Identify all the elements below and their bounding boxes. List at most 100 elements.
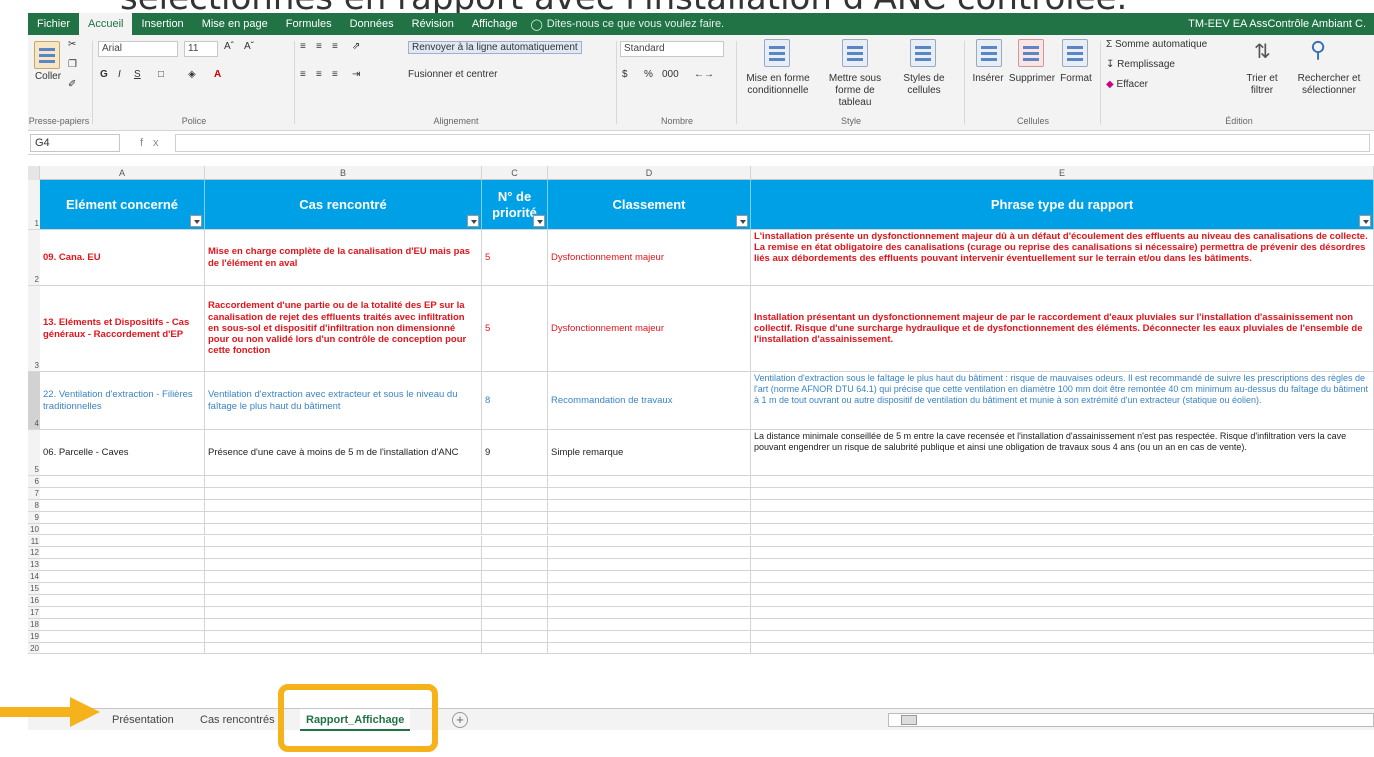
row-header[interactable]: 18 bbox=[28, 618, 40, 631]
format-button[interactable]: Format bbox=[1056, 73, 1096, 85]
empty-cell[interactable] bbox=[482, 535, 548, 548]
format-table-button[interactable]: Mettre sous forme de tableau bbox=[818, 73, 892, 109]
wrap-text-button[interactable]: Renvoyer à la ligne automatiquement bbox=[408, 41, 582, 54]
table-cell[interactable]: Présence d'une cave à moins de 5 m de l'… bbox=[205, 430, 482, 476]
delete-button[interactable]: Supprimer bbox=[1006, 73, 1058, 85]
empty-cell[interactable] bbox=[482, 583, 548, 595]
empty-cell[interactable] bbox=[548, 559, 751, 572]
table-cell[interactable]: 5 bbox=[482, 286, 548, 372]
font-color-icon[interactable]: A bbox=[214, 69, 221, 80]
row-header[interactable]: 1 bbox=[28, 180, 40, 230]
empty-cell[interactable] bbox=[205, 499, 482, 512]
paste-icon[interactable] bbox=[34, 41, 60, 69]
table-cell[interactable]: Dysfonctionnement majeur bbox=[548, 286, 751, 372]
filter-dropdown-icon[interactable] bbox=[533, 215, 545, 227]
column-header-b[interactable]: B bbox=[205, 166, 482, 180]
column-header-c[interactable]: C bbox=[482, 166, 548, 180]
font-grow-icon[interactable]: Aˆ bbox=[224, 41, 234, 52]
table-cell[interactable]: Simple remarque bbox=[548, 430, 751, 476]
indent-icon[interactable]: ⇥ bbox=[352, 69, 360, 80]
select-all[interactable] bbox=[28, 166, 40, 180]
empty-cell[interactable] bbox=[205, 606, 482, 619]
decimals-icon[interactable]: ←→ bbox=[694, 69, 714, 80]
row-header[interactable]: 12 bbox=[28, 547, 40, 560]
autosum-button[interactable]: Σ Somme automatique bbox=[1106, 39, 1207, 50]
tab-insert[interactable]: Insertion bbox=[132, 13, 192, 35]
empty-cell[interactable] bbox=[40, 499, 205, 512]
table-cell[interactable]: Dysfonctionnement majeur bbox=[548, 230, 751, 286]
empty-cell[interactable] bbox=[548, 630, 751, 643]
table-cell[interactable]: L'installation présente un dysfonctionne… bbox=[751, 230, 1374, 286]
paste-button[interactable]: Coller bbox=[30, 71, 66, 83]
font-size-select[interactable]: 11 bbox=[184, 41, 218, 57]
empty-cell[interactable] bbox=[482, 630, 548, 643]
name-box[interactable]: G4 bbox=[30, 133, 120, 152]
table-cell[interactable]: Recommandation de travaux bbox=[548, 372, 751, 430]
empty-cell[interactable] bbox=[751, 606, 1374, 619]
table-cell[interactable]: Raccordement d'une partie ou de la total… bbox=[205, 286, 482, 372]
sort-filter-button[interactable]: Trier et filtrer bbox=[1242, 73, 1282, 97]
empty-cell[interactable] bbox=[751, 583, 1374, 595]
fill-button[interactable]: ↧ Remplissage bbox=[1106, 59, 1175, 70]
empty-cell[interactable] bbox=[205, 523, 482, 536]
find-select-button[interactable]: Rechercher et sélectionner bbox=[1288, 73, 1370, 97]
filter-dropdown-icon[interactable] bbox=[736, 215, 748, 227]
empty-cell[interactable] bbox=[482, 642, 548, 655]
empty-cell[interactable] bbox=[548, 606, 751, 619]
empty-cell[interactable] bbox=[40, 642, 205, 655]
format-painter-icon[interactable]: ✐ bbox=[68, 79, 76, 90]
empty-cell[interactable] bbox=[482, 606, 548, 619]
formula-input[interactable] bbox=[174, 133, 1370, 152]
empty-cell[interactable] bbox=[482, 511, 548, 524]
align-top-icon[interactable]: ≡ bbox=[300, 41, 306, 52]
user-name[interactable]: TM-EEV EA AssContrôle Ambiant C. bbox=[1188, 18, 1374, 30]
table-cell[interactable]: Ventilation d'extraction avec extracteur… bbox=[205, 372, 482, 430]
row-header[interactable]: 11 bbox=[28, 535, 40, 548]
empty-cell[interactable] bbox=[40, 535, 205, 548]
search-icon[interactable]: ⚲ bbox=[1310, 37, 1326, 63]
row-header[interactable]: 5 bbox=[28, 430, 40, 476]
empty-cell[interactable] bbox=[751, 642, 1374, 655]
empty-cell[interactable] bbox=[205, 559, 482, 572]
table-cell[interactable]: 5 bbox=[482, 230, 548, 286]
empty-cell[interactable] bbox=[205, 583, 482, 595]
empty-cell[interactable] bbox=[482, 487, 548, 500]
table-cell[interactable]: 06. Parcelle - Caves bbox=[40, 430, 205, 476]
empty-cell[interactable] bbox=[548, 511, 751, 524]
empty-cell[interactable] bbox=[548, 476, 751, 488]
row-header[interactable]: 9 bbox=[28, 511, 40, 524]
empty-cell[interactable] bbox=[751, 618, 1374, 631]
empty-cell[interactable] bbox=[40, 583, 205, 595]
empty-cell[interactable] bbox=[482, 571, 548, 584]
empty-cell[interactable] bbox=[205, 535, 482, 548]
merge-center-button[interactable]: Fusionner et centrer bbox=[408, 69, 498, 80]
copy-icon[interactable]: ❐ bbox=[68, 59, 77, 70]
empty-cell[interactable] bbox=[548, 618, 751, 631]
empty-cell[interactable] bbox=[482, 618, 548, 631]
table-cell[interactable]: 22. Ventilation d'extraction - Filières … bbox=[40, 372, 205, 430]
filter-dropdown-icon[interactable] bbox=[467, 215, 479, 227]
table-cell[interactable]: 8 bbox=[482, 372, 548, 430]
empty-cell[interactable] bbox=[205, 571, 482, 584]
table-cell[interactable]: La distance minimale conseillée de 5 m e… bbox=[751, 430, 1374, 476]
empty-cell[interactable] bbox=[482, 523, 548, 536]
empty-cell[interactable] bbox=[751, 595, 1374, 607]
empty-cell[interactable] bbox=[482, 499, 548, 512]
empty-cell[interactable] bbox=[751, 487, 1374, 500]
sheet-tab-cases[interactable]: Cas rencontrés bbox=[194, 709, 281, 731]
tab-page-layout[interactable]: Mise en page bbox=[193, 13, 277, 35]
cut-icon[interactable]: ✂ bbox=[68, 39, 76, 50]
empty-cell[interactable] bbox=[548, 642, 751, 655]
column-header-e[interactable]: E bbox=[751, 166, 1374, 180]
empty-cell[interactable] bbox=[548, 487, 751, 500]
empty-cell[interactable] bbox=[482, 595, 548, 607]
row-header[interactable]: 3 bbox=[28, 286, 40, 372]
row-header[interactable]: 10 bbox=[28, 523, 40, 536]
empty-cell[interactable] bbox=[548, 571, 751, 584]
tab-home[interactable]: Accueil bbox=[79, 13, 133, 35]
insert-button[interactable]: Insérer bbox=[968, 73, 1008, 85]
empty-cell[interactable] bbox=[751, 630, 1374, 643]
row-header[interactable]: 16 bbox=[28, 595, 40, 607]
empty-cell[interactable] bbox=[548, 523, 751, 536]
empty-cell[interactable] bbox=[482, 559, 548, 572]
